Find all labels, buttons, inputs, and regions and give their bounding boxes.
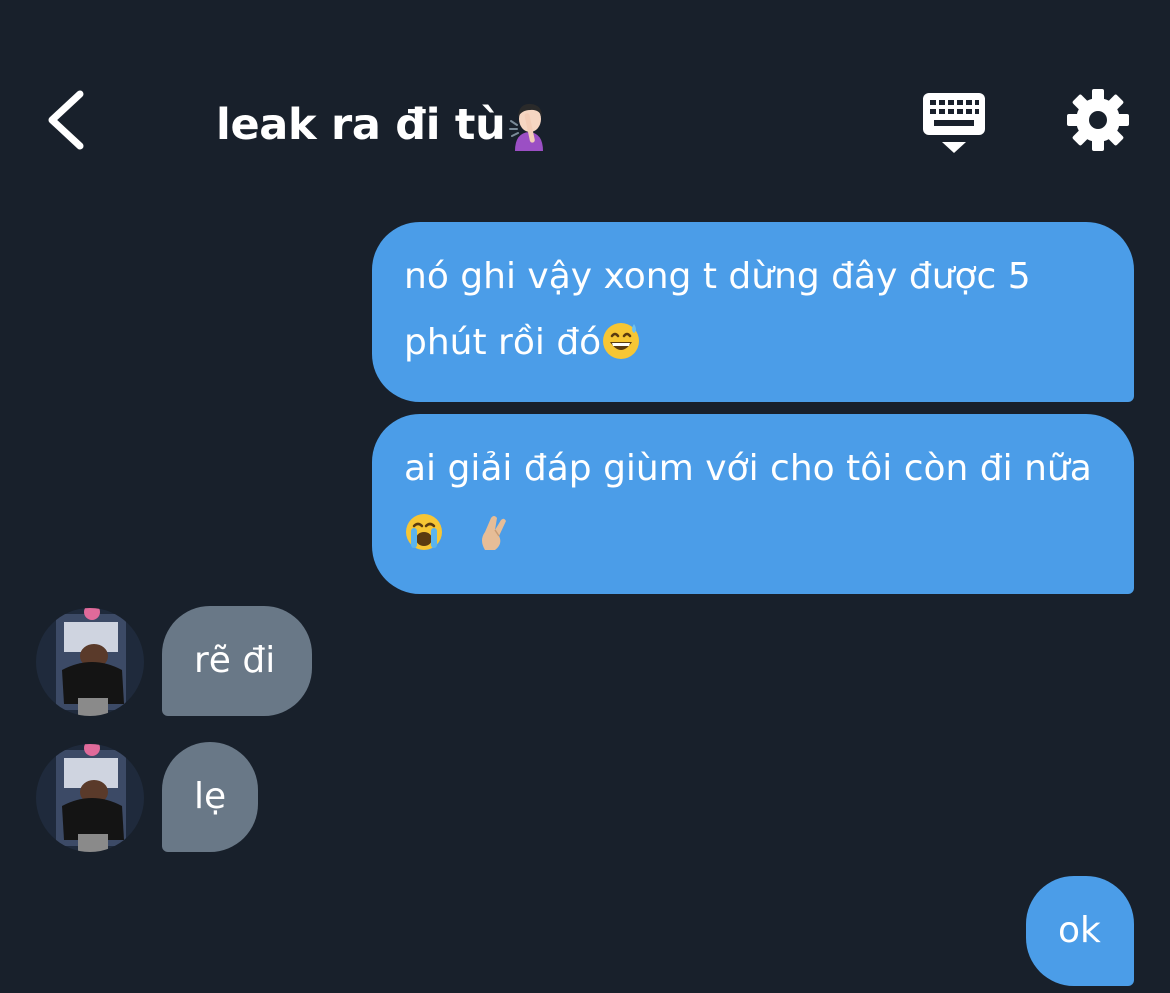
sender-avatar[interactable]	[36, 608, 144, 716]
message-bubble-outgoing[interactable]: nó ghi vậy xong t dừng đây được 5 phút r…	[372, 222, 1134, 402]
gear-icon	[1067, 89, 1129, 151]
sender-avatar[interactable]	[36, 744, 144, 852]
message-bubble-incoming[interactable]: lẹ	[162, 742, 258, 852]
loudly-crying-emoji	[406, 514, 442, 550]
back-button[interactable]	[34, 78, 104, 162]
crossed-fingers-emoji	[482, 516, 507, 550]
keyboard-toggle-button[interactable]	[920, 90, 988, 156]
settings-button[interactable]	[1066, 88, 1130, 152]
grinning-sweat-emoji	[603, 323, 640, 359]
message-text: nó ghi vậy xong t dừng đây được 5 phút r…	[404, 256, 1031, 363]
chat-screen: leak ra đi tù nó ghi vậy xong t dừng đây…	[0, 0, 1170, 993]
chevron-left-icon	[48, 90, 84, 150]
message-text: ok	[1058, 910, 1101, 951]
avatar-image	[36, 608, 144, 716]
avatar-image	[36, 744, 144, 852]
message-text: ai giải đáp giùm với cho tôi còn đi nữa	[404, 448, 1092, 489]
message-text: rẽ đi	[194, 640, 276, 681]
chat-title-text: leak ra đi tù	[216, 100, 506, 150]
message-bubble-outgoing[interactable]: ai giải đáp giùm với cho tôi còn đi nữa	[372, 414, 1134, 594]
shushing-woman-emoji	[509, 103, 544, 151]
message-bubble-incoming[interactable]: rẽ đi	[162, 606, 312, 716]
keyboard-icon	[923, 93, 985, 153]
chat-title: leak ra đi tù	[216, 92, 549, 158]
message-text: lẹ	[194, 776, 227, 817]
message-bubble-outgoing[interactable]: ok	[1026, 876, 1134, 986]
